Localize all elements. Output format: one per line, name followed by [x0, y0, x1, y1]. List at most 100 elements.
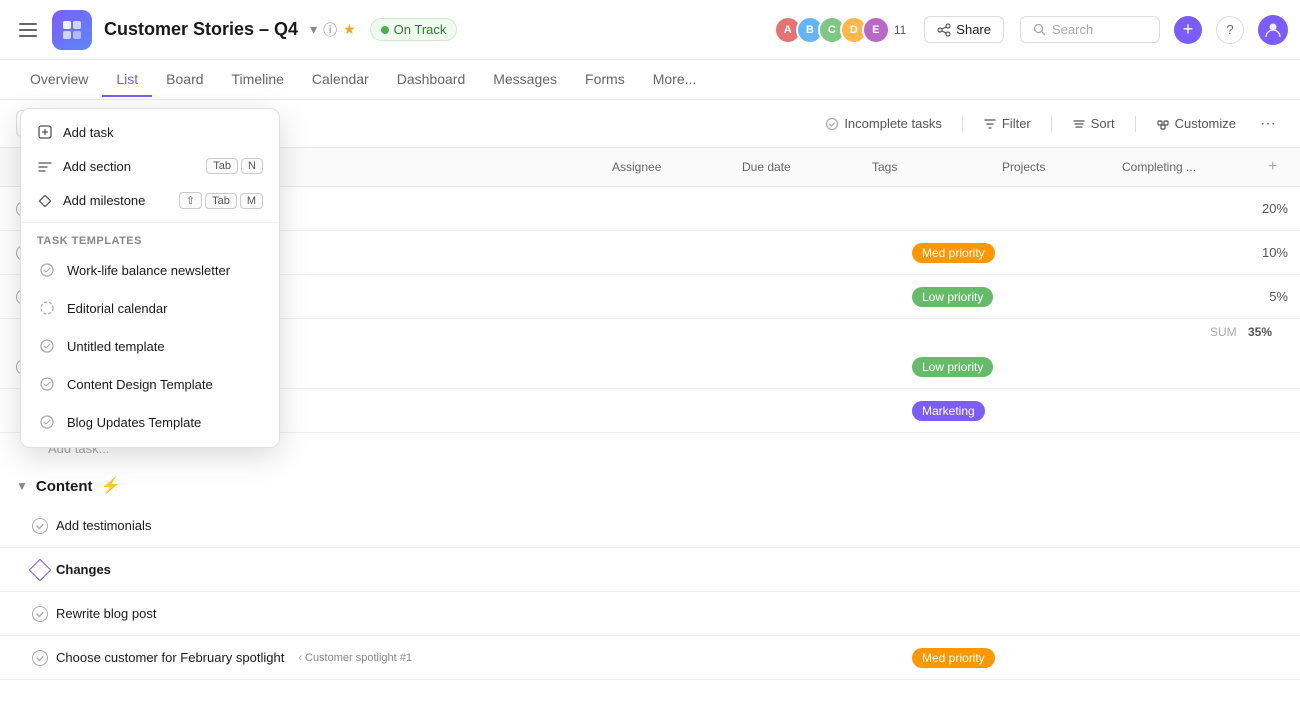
- tag-badge-med-priority: Med priority: [912, 243, 995, 263]
- row-assignee: [640, 401, 770, 421]
- share-button[interactable]: Share: [924, 16, 1004, 43]
- dropdown-add-task[interactable]: Add task: [21, 115, 279, 149]
- dropdown-item-label: Work-life balance newsletter: [67, 263, 230, 278]
- dropdown-template-untitled[interactable]: Untitled template: [21, 327, 279, 365]
- dropdown-add-milestone[interactable]: Add milestone ⇧ Tab M: [21, 183, 279, 218]
- sort-label: Sort: [1091, 116, 1115, 131]
- avatar-count: 11: [894, 23, 906, 37]
- row-duedate: [770, 357, 900, 377]
- row-projects: [1030, 243, 1150, 263]
- row-assignee: [640, 648, 770, 668]
- dropdown-template-content-design[interactable]: Content Design Template: [21, 365, 279, 403]
- kbd-shift: ⇧: [179, 192, 202, 209]
- task-checkbox[interactable]: [32, 518, 48, 534]
- row-completing: 10%: [1150, 235, 1300, 270]
- section-collapse-icon[interactable]: ▼: [16, 479, 28, 493]
- row-assignee: [640, 199, 770, 219]
- col-projects: Projects: [990, 150, 1110, 184]
- dropdown-section-label: Task templates: [21, 227, 279, 251]
- avatar-group[interactable]: A B C D E 11: [774, 16, 906, 44]
- row-assignee: [640, 604, 770, 624]
- task-checkbox[interactable]: [32, 650, 48, 666]
- tab-calendar[interactable]: Calendar: [298, 63, 383, 97]
- more-button[interactable]: ···: [1252, 111, 1284, 137]
- row-completing: 20%: [1150, 191, 1300, 226]
- template-icon: [37, 336, 57, 356]
- status-label: On Track: [394, 22, 447, 37]
- row-completing: [1150, 648, 1300, 668]
- avatar[interactable]: E: [862, 16, 890, 44]
- search-box[interactable]: Search: [1020, 16, 1160, 43]
- dropdown-item-label: Untitled template: [67, 339, 165, 354]
- status-badge[interactable]: On Track: [370, 18, 458, 41]
- app-icon: [52, 10, 92, 50]
- tab-board[interactable]: Board: [152, 63, 217, 97]
- row-duedate: [770, 287, 900, 307]
- customize-button[interactable]: Customize: [1148, 111, 1244, 136]
- filter-button[interactable]: Filter: [975, 111, 1039, 136]
- row-name: Choose customer for February spotlight ‹…: [0, 640, 640, 676]
- dropdown-item-label: Add section: [63, 159, 131, 174]
- row-projects: [1030, 199, 1150, 219]
- row-duedate: [770, 243, 900, 263]
- table-row: Add testimonials: [0, 504, 1300, 548]
- status-dot: [381, 26, 389, 34]
- section-title: Content: [36, 478, 93, 495]
- tab-overview[interactable]: Overview: [16, 63, 102, 97]
- search-placeholder: Search: [1052, 22, 1093, 37]
- kbd-m: M: [240, 193, 263, 209]
- tab-dashboard[interactable]: Dashboard: [383, 63, 480, 97]
- row-duedate: [770, 199, 900, 219]
- incomplete-tasks-button[interactable]: Incomplete tasks: [817, 111, 950, 136]
- row-tags: Marketing: [900, 391, 1030, 431]
- project-title: Customer Stories – Q4: [104, 19, 298, 40]
- star-icon[interactable]: ★: [343, 21, 356, 38]
- col-duedate: Due date: [730, 150, 860, 184]
- row-duedate: [770, 604, 900, 624]
- row-assignee: [640, 357, 770, 377]
- row-projects: [1030, 357, 1150, 377]
- tab-forms[interactable]: Forms: [571, 63, 639, 97]
- table-row: Rewrite blog post: [0, 592, 1300, 636]
- dropdown-item-label: Add task: [63, 125, 114, 140]
- task-checkbox[interactable]: [32, 606, 48, 622]
- row-duedate: [770, 648, 900, 668]
- row-duedate: [770, 401, 900, 421]
- help-button[interactable]: ?: [1216, 16, 1244, 44]
- row-completing: [1150, 604, 1300, 624]
- milestone-icon: [29, 558, 52, 581]
- template-icon: [37, 260, 57, 280]
- row-name: Add testimonials: [0, 508, 640, 544]
- add-button[interactable]: +: [1174, 16, 1202, 44]
- tab-timeline[interactable]: Timeline: [218, 63, 298, 97]
- tab-list[interactable]: List: [102, 63, 152, 97]
- sum-label: SUM: [1210, 325, 1237, 339]
- row-projects: [1030, 401, 1150, 421]
- menu-icon[interactable]: [12, 14, 44, 46]
- dropdown-template-editorial[interactable]: Editorial calendar: [21, 289, 279, 327]
- chevron-down-icon[interactable]: ▾: [310, 21, 317, 38]
- task-name: Add testimonials: [56, 518, 151, 533]
- add-column-button[interactable]: +: [1260, 148, 1300, 186]
- col-assignee: Assignee: [600, 150, 730, 184]
- info-icon[interactable]: ⓘ: [323, 20, 337, 40]
- dropdown-item-label: Editorial calendar: [67, 301, 167, 316]
- sort-button[interactable]: Sort: [1064, 111, 1123, 136]
- title-actions: ▾ ⓘ ★: [310, 20, 356, 40]
- user-avatar[interactable]: [1258, 15, 1288, 45]
- tag-badge-med-priority: Med priority: [912, 648, 995, 668]
- row-completing: [1150, 560, 1300, 580]
- sum-value: 35%: [1248, 325, 1272, 339]
- row-tags: [900, 560, 1030, 580]
- tab-more[interactable]: More...: [639, 63, 711, 97]
- row-assignee: [640, 287, 770, 307]
- tag-badge-low-priority: Low priority: [912, 357, 993, 377]
- dropdown-add-section[interactable]: Add section Tab N: [21, 149, 279, 183]
- kbd-tab: Tab: [205, 193, 237, 209]
- kbd-tab: Tab: [206, 158, 238, 174]
- tab-messages[interactable]: Messages: [479, 63, 571, 97]
- col-tags: Tags: [860, 150, 990, 184]
- row-duedate: [770, 516, 900, 536]
- dropdown-template-work-life[interactable]: Work-life balance newsletter: [21, 251, 279, 289]
- dropdown-template-blog-updates[interactable]: Blog Updates Template: [21, 403, 279, 441]
